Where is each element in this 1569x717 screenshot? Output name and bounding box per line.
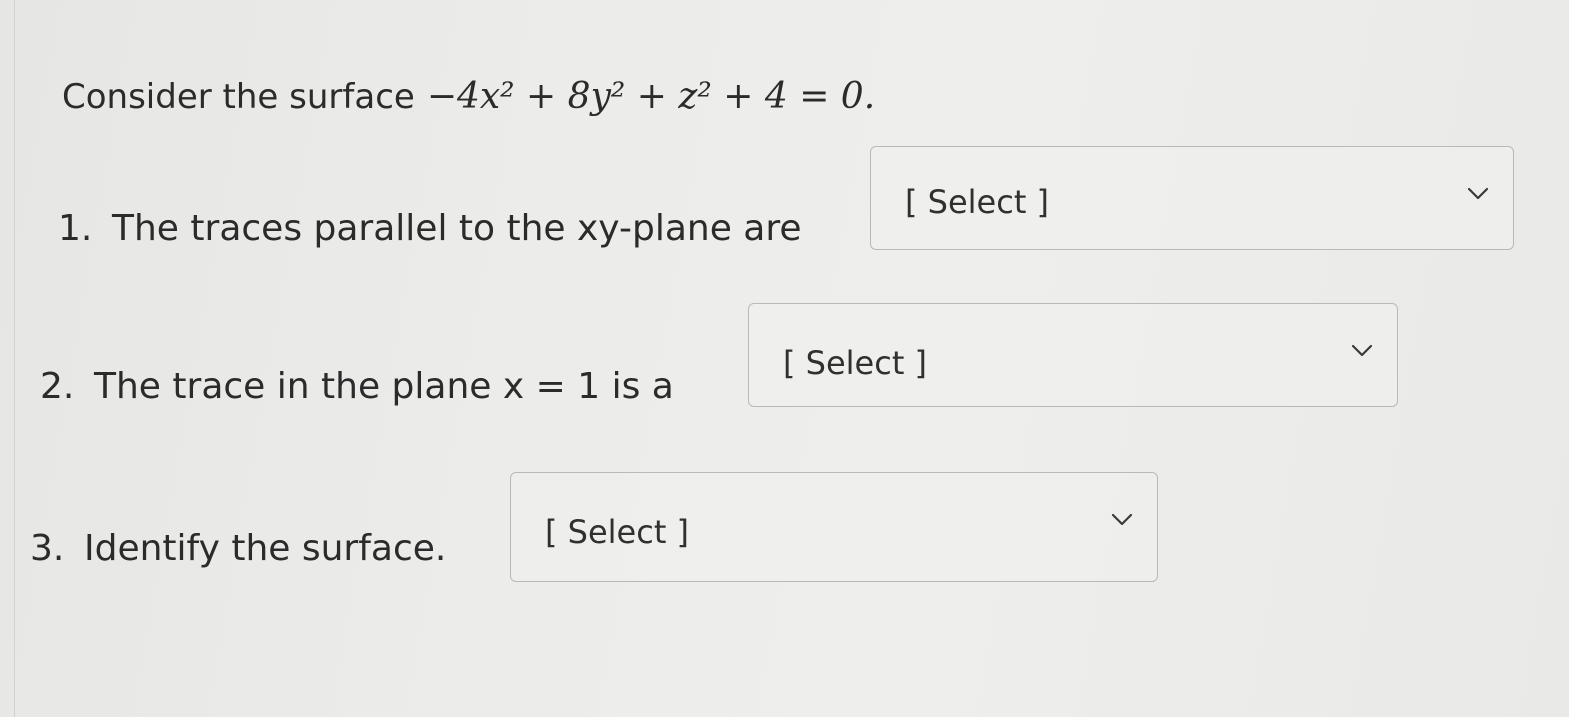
question-3: 3. Identify the surface. [30, 528, 446, 569]
chevron-down-icon [1351, 344, 1373, 357]
question-number: 3. [30, 528, 65, 569]
question-2: 2. The trace in the plane x = 1 is a [40, 366, 674, 407]
select-dropdown-3[interactable]: [ Select ] [510, 472, 1158, 582]
chevron-down-icon [1111, 513, 1133, 526]
question-intro: Consider the surface −4x² + 8y² + z² + 4… [62, 76, 875, 117]
quiz-page: Consider the surface −4x² + 8y² + z² + 4… [0, 0, 1569, 717]
question-number: 1. [58, 208, 93, 249]
question-1: 1. The traces parallel to the xy-plane a… [58, 208, 802, 249]
surface-equation: −4x² + 8y² + z² + 4 = 0. [426, 76, 876, 117]
select-dropdown-1[interactable]: [ Select ] [870, 146, 1514, 250]
question-number: 2. [40, 366, 75, 407]
chevron-down-icon [1467, 187, 1489, 200]
question-prompt: Identify the surface. [84, 528, 447, 569]
question-prompt: The trace in the plane x = 1 is a [94, 366, 674, 407]
select-value: [ Select ] [783, 344, 928, 382]
question-prompt: The traces parallel to the xy-plane are [112, 208, 802, 249]
select-dropdown-2[interactable]: [ Select ] [748, 303, 1398, 407]
left-border-line [14, 0, 15, 717]
select-value: [ Select ] [905, 183, 1050, 221]
select-value: [ Select ] [545, 513, 690, 551]
intro-text: Consider the surface [62, 77, 415, 117]
